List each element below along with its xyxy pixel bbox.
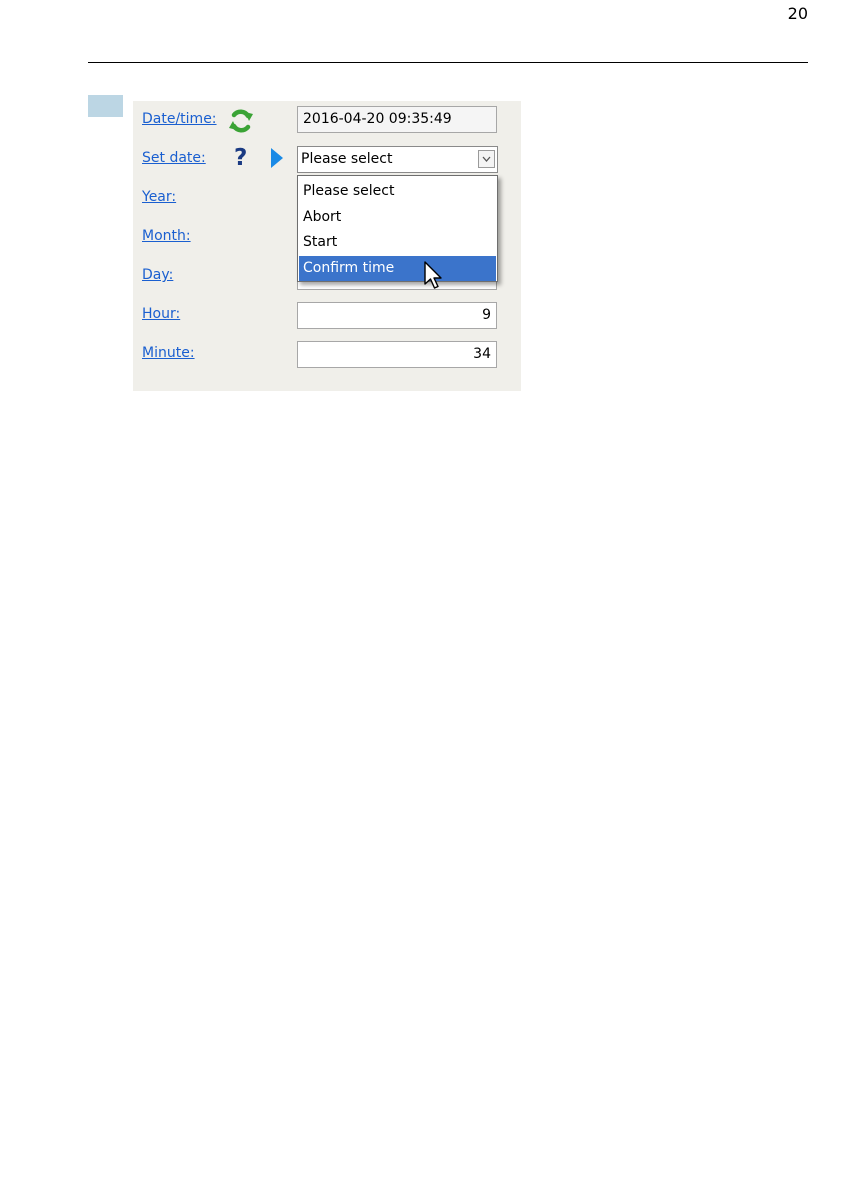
chevron-down-icon	[482, 156, 491, 162]
set-date-select[interactable]: Please select	[297, 146, 498, 173]
set-date-label[interactable]: Set date:	[142, 150, 206, 166]
dropdown-option-abort[interactable]: Abort	[299, 205, 496, 231]
help-icon[interactable]: ?	[234, 145, 247, 171]
dropdown-option-confirm-time[interactable]: Confirm time	[299, 255, 496, 281]
set-date-selected-value: Please select	[301, 151, 393, 167]
step-marker	[88, 95, 123, 117]
year-label[interactable]: Year:	[142, 189, 176, 205]
dropdown-option-please-select[interactable]: Please select	[299, 179, 496, 205]
select-dropdown-button[interactable]	[478, 150, 495, 168]
header-rule	[88, 62, 808, 63]
hour-label[interactable]: Hour:	[142, 306, 180, 322]
mouse-pointer-icon	[424, 261, 444, 293]
minute-field[interactable]: 34	[297, 341, 497, 368]
play-arrow-icon	[270, 147, 284, 169]
hour-field[interactable]: 9	[297, 302, 497, 329]
page-number: 20	[787, 4, 808, 23]
datetime-value: 2016-04-20 09:35:49	[297, 106, 497, 133]
month-label[interactable]: Month:	[142, 228, 191, 244]
set-date-dropdown-list: Please select Abort Start Confirm time	[297, 175, 498, 282]
minute-label[interactable]: Minute:	[142, 345, 195, 361]
dropdown-option-start[interactable]: Start	[299, 230, 496, 256]
refresh-icon[interactable]	[228, 108, 254, 134]
settings-panel: Date/time: 2016-04-20 09:35:49 Set date:…	[133, 101, 521, 391]
day-label[interactable]: Day:	[142, 267, 173, 283]
datetime-label[interactable]: Date/time:	[142, 111, 217, 127]
